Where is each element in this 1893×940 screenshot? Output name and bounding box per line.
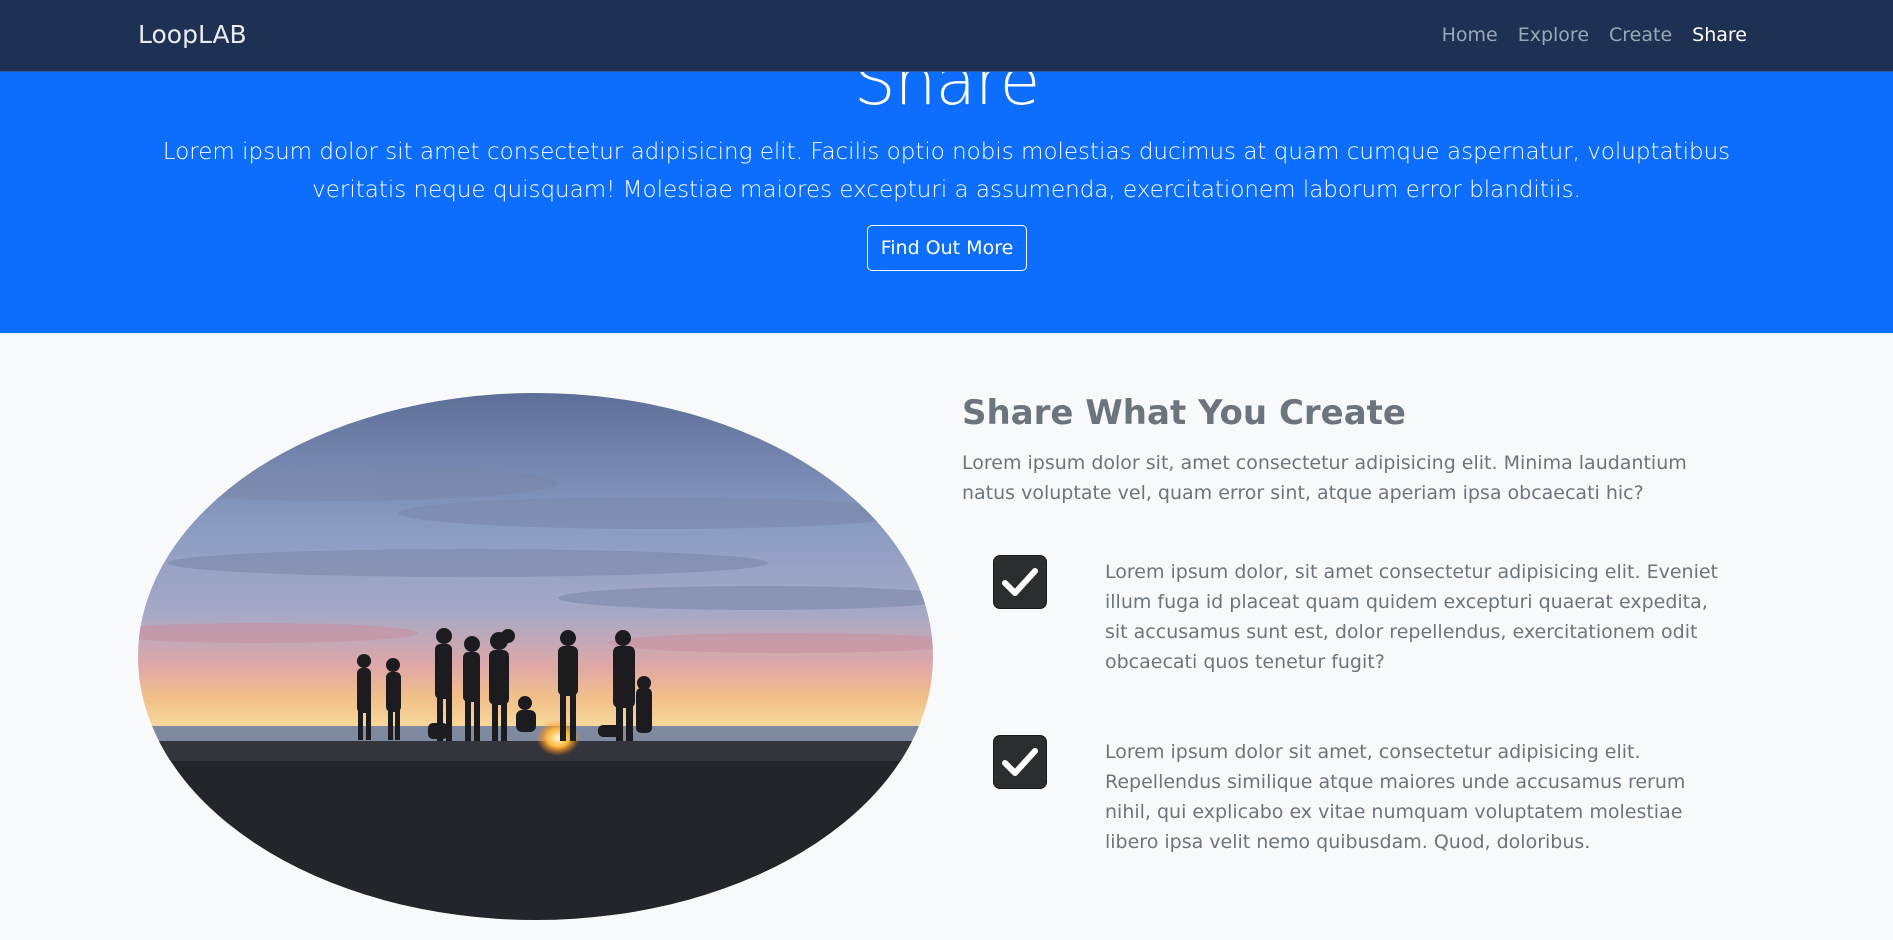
nav-link-create[interactable]: Create (1609, 24, 1672, 46)
section-lead: Lorem ipsum dolor sit, amet consectetur … (962, 452, 1687, 504)
check-square-icon (993, 735, 1047, 789)
hero-section: Share Lorem ipsum dolor sit amet consect… (0, 71, 1893, 333)
nav-link-share[interactable]: Share (1692, 24, 1747, 46)
feature-text-1: Lorem ipsum dolor, sit amet consectetur … (1105, 561, 1718, 673)
hero-text: Lorem ipsum dolor sit amet consectetur a… (162, 139, 1731, 203)
section-title: Share What You Create (962, 393, 1406, 433)
brand-logo-link[interactable]: LoopLAB (138, 20, 247, 49)
campfire-photo (138, 393, 933, 920)
hero-title: Share (853, 71, 1040, 120)
nav-link-explore[interactable]: Explore (1518, 24, 1589, 46)
navbar: LoopLAB Home Explore Create Share (0, 0, 1893, 72)
nav-link-home[interactable]: Home (1442, 24, 1498, 46)
feature-text-2: Lorem ipsum dolor sit amet, consectetur … (1105, 741, 1686, 853)
find-out-more-button[interactable]: Find Out More (867, 225, 1027, 271)
check-square-icon (993, 555, 1047, 609)
nav-links: Home Explore Create Share (1422, 24, 1747, 46)
